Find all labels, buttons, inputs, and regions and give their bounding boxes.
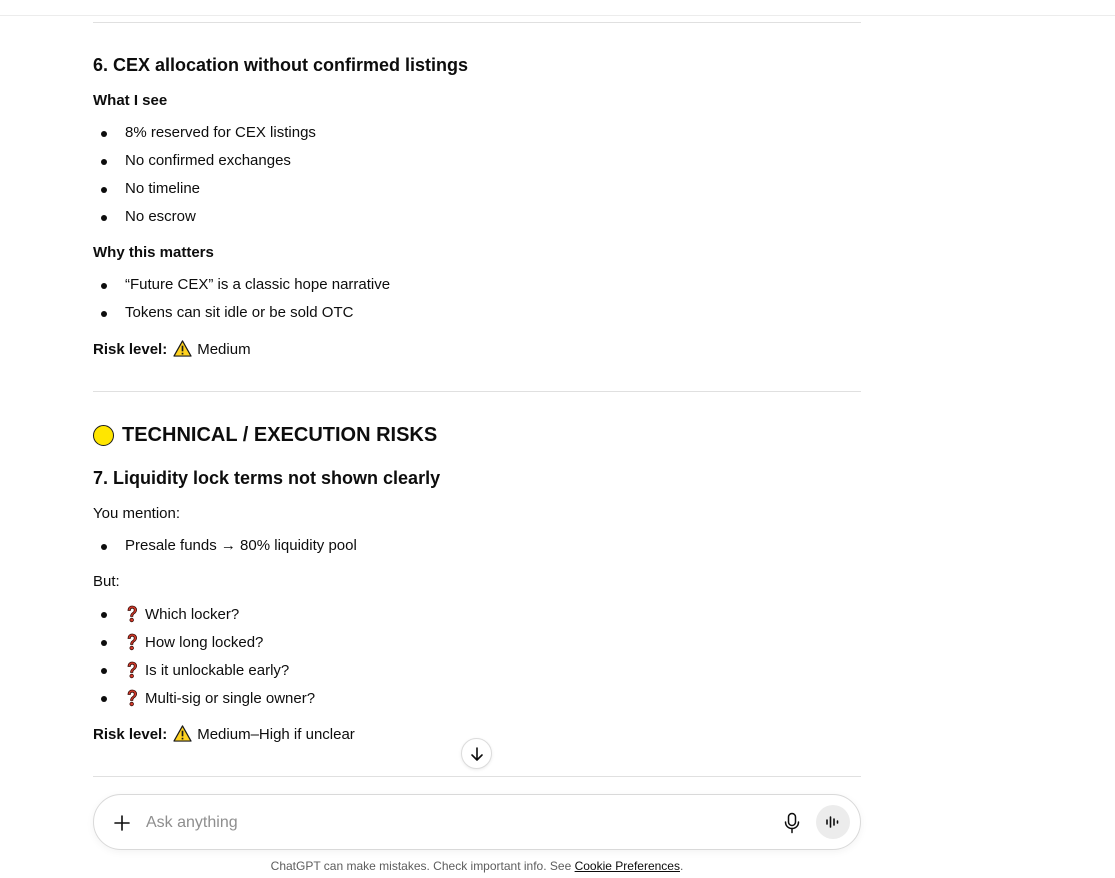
risk-level-label: Risk level: — [93, 341, 168, 358]
voice-mode-button[interactable] — [816, 805, 850, 839]
waveform-icon — [826, 816, 839, 828]
risk-level: Risk level: Medium–High if unclear — [93, 725, 355, 743]
scroll-to-bottom-button[interactable] — [461, 738, 492, 769]
red-question-mark-icon — [125, 605, 139, 623]
bullet — [101, 131, 107, 137]
but-text: But: — [93, 573, 120, 590]
section-6-heading: 6. CEX allocation without confirmed list… — [93, 55, 469, 75]
bullet — [101, 311, 107, 317]
top-bar — [0, 0, 1115, 16]
ask-anything-input[interactable] — [146, 811, 746, 835]
bullet — [101, 696, 107, 702]
disclaimer-footer: ChatGPT can make mistakes. Check importa… — [270, 859, 684, 873]
message-composer — [93, 794, 861, 850]
bullet — [101, 215, 107, 221]
red-question-mark-icon — [125, 689, 139, 707]
yellow-circle-icon — [93, 425, 114, 446]
bullet — [101, 612, 107, 618]
arrow-down-icon — [470, 746, 483, 761]
bullet — [101, 640, 107, 646]
bullet — [101, 283, 107, 289]
bullet — [101, 668, 107, 674]
bullet — [101, 159, 107, 165]
red-question-mark-icon — [125, 661, 139, 679]
you-mention-text: You mention: — [93, 505, 181, 522]
divider — [93, 776, 861, 777]
technical-risks-heading: TECHNICAL / EXECUTION RISKS — [93, 424, 437, 447]
red-question-mark-icon — [125, 633, 139, 651]
divider — [93, 391, 861, 392]
why-this-matters-label: Why this matters — [93, 244, 214, 261]
divider — [93, 22, 861, 23]
microphone-icon[interactable] — [782, 812, 802, 834]
risk-level: Risk level: Medium — [93, 340, 251, 358]
risk-level-value: Medium — [197, 341, 251, 358]
bullet — [101, 544, 107, 550]
bullet — [101, 187, 107, 193]
what-i-see-label: What I see — [93, 92, 168, 109]
cookie-preferences-link[interactable]: Cookie Preferences — [575, 859, 680, 873]
risk-level-label: Risk level: — [93, 726, 168, 743]
risk-level-value: Medium–High if unclear — [197, 726, 355, 743]
warning-icon — [173, 340, 192, 357]
warning-icon — [173, 725, 192, 742]
plus-icon[interactable] — [112, 813, 132, 833]
section-7-heading: 7. Liquidity lock terms not shown clearl… — [93, 468, 441, 488]
